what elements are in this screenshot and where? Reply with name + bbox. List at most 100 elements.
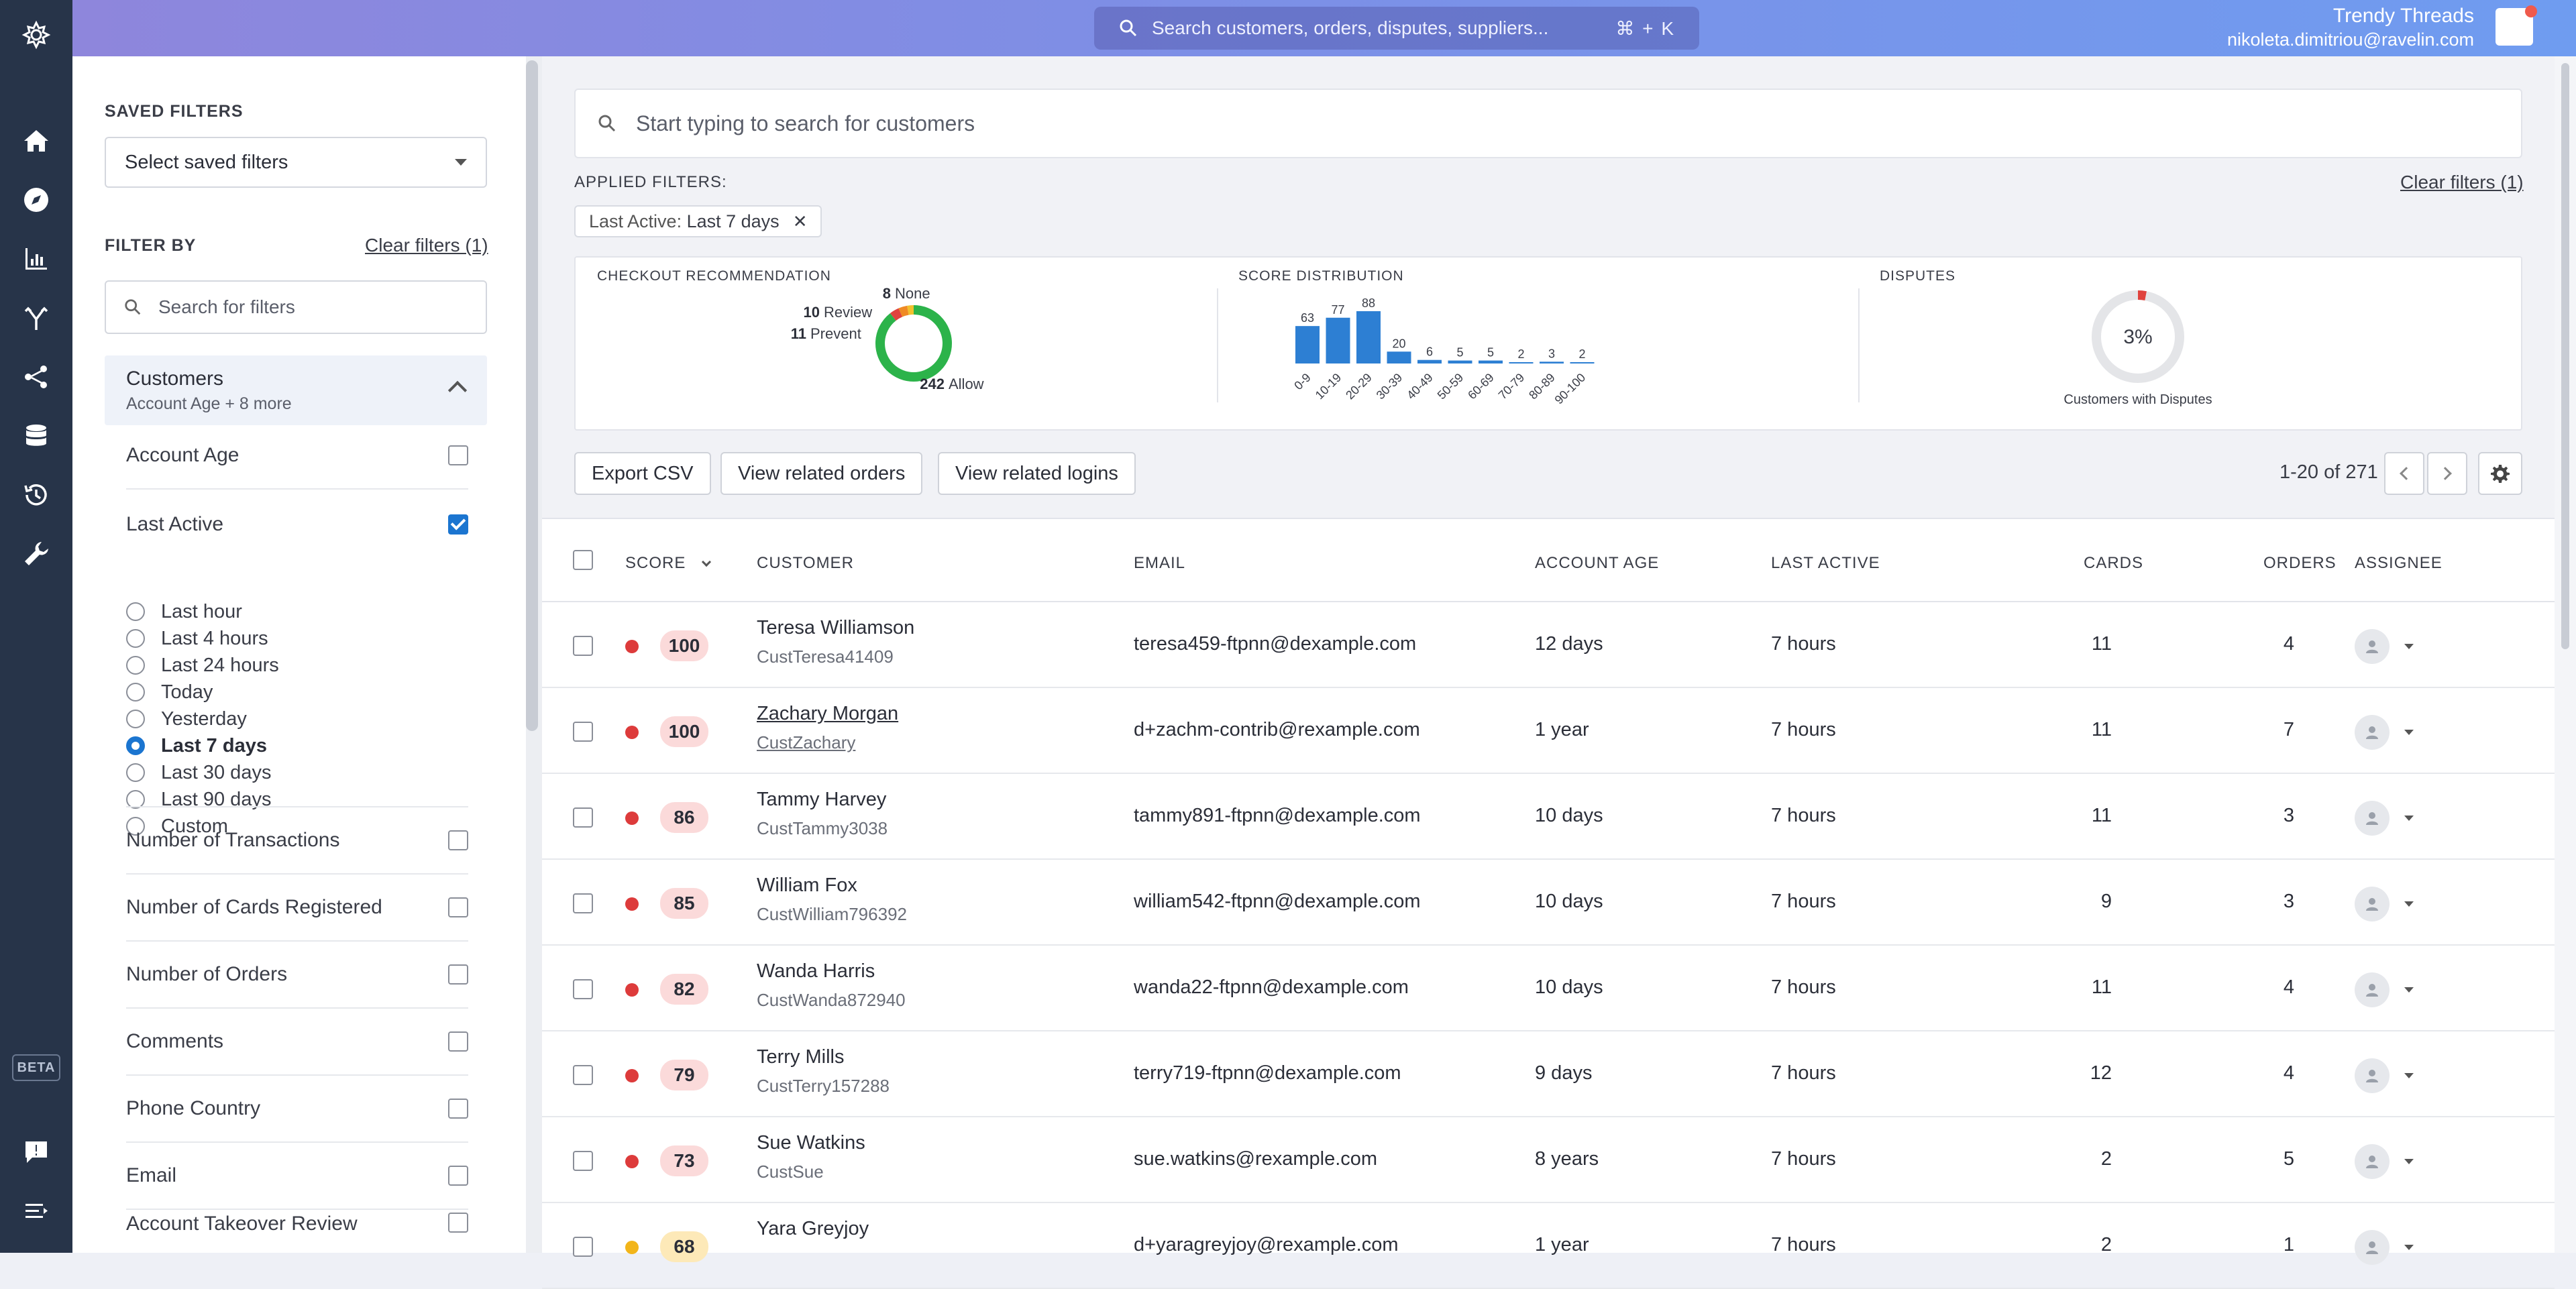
feedback-icon[interactable]	[16, 1132, 56, 1172]
filter-group-customers[interactable]: Customers Account Age + 8 more	[105, 355, 487, 425]
radio-last-30-days[interactable]: Last 30 days	[126, 759, 279, 786]
table-row[interactable]: 73 Sue Watkins CustSue sue.watkins@rexample…	[542, 1117, 2555, 1203]
logo-icon[interactable]	[16, 15, 56, 55]
filter-checkbox[interactable]	[448, 1166, 468, 1186]
header-score[interactable]: SCORE	[625, 554, 712, 573]
export-csv-button[interactable]: Export CSV	[574, 452, 711, 495]
table-row[interactable]: 68 Yara Greyjoy d+yaragreyjoy@rexample.com…	[542, 1203, 2555, 1289]
customer-id[interactable]: CustWilliam796392	[757, 904, 907, 925]
history-icon[interactable]	[16, 475, 56, 515]
chevron-down-icon[interactable]	[2404, 901, 2414, 907]
radio-button[interactable]	[126, 683, 145, 702]
assignee-avatar[interactable]	[2355, 1144, 2390, 1179]
sidebar-clear-filters-link[interactable]: Clear filters (1)	[365, 235, 488, 256]
filter-checkbox-checked[interactable]	[448, 514, 468, 535]
next-page-button[interactable]	[2427, 452, 2467, 495]
assignee-avatar[interactable]	[2355, 629, 2390, 664]
radio-button[interactable]	[126, 629, 145, 648]
filter-search-input[interactable]: Search for filters	[105, 280, 487, 334]
scrollbar-thumb[interactable]	[2561, 63, 2569, 649]
header-cards[interactable]: CARDS	[2084, 554, 2143, 573]
select-all-checkbox[interactable]	[573, 550, 593, 570]
sort-chevron-down-icon[interactable]	[701, 557, 712, 567]
table-row[interactable]: 79 Terry Mills CustTerry157288 terry719-ftp…	[542, 1031, 2555, 1117]
customer-id[interactable]: CustWanda872940	[757, 990, 906, 1011]
home-icon[interactable]	[16, 121, 56, 161]
filter-checkbox[interactable]	[448, 1031, 468, 1052]
sidebar-scrollbar[interactable]	[526, 56, 542, 1253]
wrench-icon[interactable]	[16, 534, 56, 574]
radio-yesterday[interactable]: Yesterday	[126, 706, 279, 732]
header-customer[interactable]: CUSTOMER	[757, 554, 854, 573]
assignee-avatar[interactable]	[2355, 715, 2390, 750]
share-icon[interactable]	[16, 357, 56, 397]
filter-checkbox[interactable]	[448, 1213, 468, 1233]
table-row[interactable]: 82 Wanda Harris CustWanda872940 wanda22-ftp…	[542, 946, 2555, 1031]
row-checkbox[interactable]	[573, 807, 593, 828]
radio-button[interactable]	[126, 656, 145, 675]
radio-today[interactable]: Today	[126, 679, 279, 706]
bar-chart-icon[interactable]	[16, 239, 56, 279]
customer-name[interactable]: William Fox	[757, 875, 857, 897]
table-row[interactable]: 100 Zachary Morgan CustZachary d+zachm-cont…	[542, 688, 2555, 774]
main-clear-filters-link[interactable]: Clear filters (1)	[2400, 172, 2524, 193]
filter-number-of-transactions[interactable]: Number of Transactions	[126, 807, 468, 875]
view-related-logins-button[interactable]: View related logins	[938, 452, 1136, 495]
branch-icon[interactable]	[16, 298, 56, 338]
radio-last-24-hours[interactable]: Last 24 hours	[126, 652, 279, 679]
main-scrollbar[interactable]	[2555, 56, 2576, 1253]
assignee-avatar[interactable]	[2355, 1230, 2390, 1265]
row-checkbox[interactable]	[573, 979, 593, 999]
assignee-avatar[interactable]	[2355, 1058, 2390, 1093]
scrollbar-thumb[interactable]	[526, 60, 538, 731]
chevron-down-icon[interactable]	[2404, 1073, 2414, 1078]
row-checkbox[interactable]	[573, 722, 593, 742]
chevron-down-icon[interactable]	[2404, 987, 2414, 993]
row-checkbox[interactable]	[573, 1151, 593, 1171]
customer-id[interactable]: CustZachary	[757, 732, 855, 753]
filter-checkbox[interactable]	[448, 1099, 468, 1119]
filter-checkbox[interactable]	[448, 830, 468, 850]
global-search-input[interactable]: Search customers, orders, disputes, supp…	[1094, 7, 1699, 50]
chevron-down-icon[interactable]	[2404, 1245, 2414, 1250]
customer-name[interactable]: Tammy Harvey	[757, 789, 886, 811]
filter-phone-country[interactable]: Phone Country	[126, 1076, 468, 1143]
customer-name[interactable]: Wanda Harris	[757, 960, 875, 983]
assignee-avatar[interactable]	[2355, 972, 2390, 1007]
row-checkbox[interactable]	[573, 1065, 593, 1085]
radio-button[interactable]	[126, 602, 145, 621]
chevron-down-icon[interactable]	[2404, 730, 2414, 735]
customer-id[interactable]: CustTeresa41409	[757, 647, 894, 667]
header-email[interactable]: EMAIL	[1134, 554, 1185, 573]
row-checkbox[interactable]	[573, 636, 593, 656]
filter-comments[interactable]: Comments	[126, 1009, 468, 1076]
filter-account-takeover-review[interactable]: Account Takeover Review	[126, 1210, 468, 1253]
view-related-orders-button[interactable]: View related orders	[720, 452, 923, 495]
row-checkbox[interactable]	[573, 1237, 593, 1257]
chevron-down-icon[interactable]	[2404, 644, 2414, 649]
customer-name[interactable]: Teresa Williamson	[757, 617, 914, 639]
radio-button[interactable]	[126, 763, 145, 782]
radio-last-hour[interactable]: Last hour	[126, 598, 279, 625]
collapse-icon[interactable]	[16, 1191, 56, 1231]
filter-checkbox[interactable]	[448, 964, 468, 985]
compass-icon[interactable]	[16, 180, 56, 220]
database-icon[interactable]	[16, 416, 56, 456]
radio-button-selected[interactable]	[126, 736, 145, 755]
customer-name[interactable]: Sue Watkins	[757, 1132, 865, 1154]
customer-id[interactable]: CustTerry157288	[757, 1076, 890, 1097]
header-account-age[interactable]: ACCOUNT AGE	[1535, 554, 1659, 573]
table-row[interactable]: 86 Tammy Harvey CustTammy3038 tammy891-ftpn…	[542, 774, 2555, 860]
filter-number-of-orders[interactable]: Number of Orders	[126, 942, 468, 1009]
filter-email[interactable]: Email	[126, 1143, 468, 1210]
chevron-down-icon[interactable]	[2404, 1159, 2414, 1164]
customer-name[interactable]: Yara Greyjoy	[757, 1218, 869, 1240]
filter-checkbox[interactable]	[448, 445, 468, 465]
chevron-down-icon[interactable]	[2404, 816, 2414, 821]
filter-last-active[interactable]: Last Active	[126, 491, 468, 558]
table-row[interactable]: 85 William Fox CustWilliam796392 william542…	[542, 860, 2555, 946]
customer-id[interactable]: CustSue	[757, 1162, 824, 1182]
header-last-active[interactable]: LAST ACTIVE	[1771, 554, 1880, 573]
table-settings-button[interactable]	[2478, 452, 2522, 495]
close-icon[interactable]: ✕	[793, 211, 808, 232]
